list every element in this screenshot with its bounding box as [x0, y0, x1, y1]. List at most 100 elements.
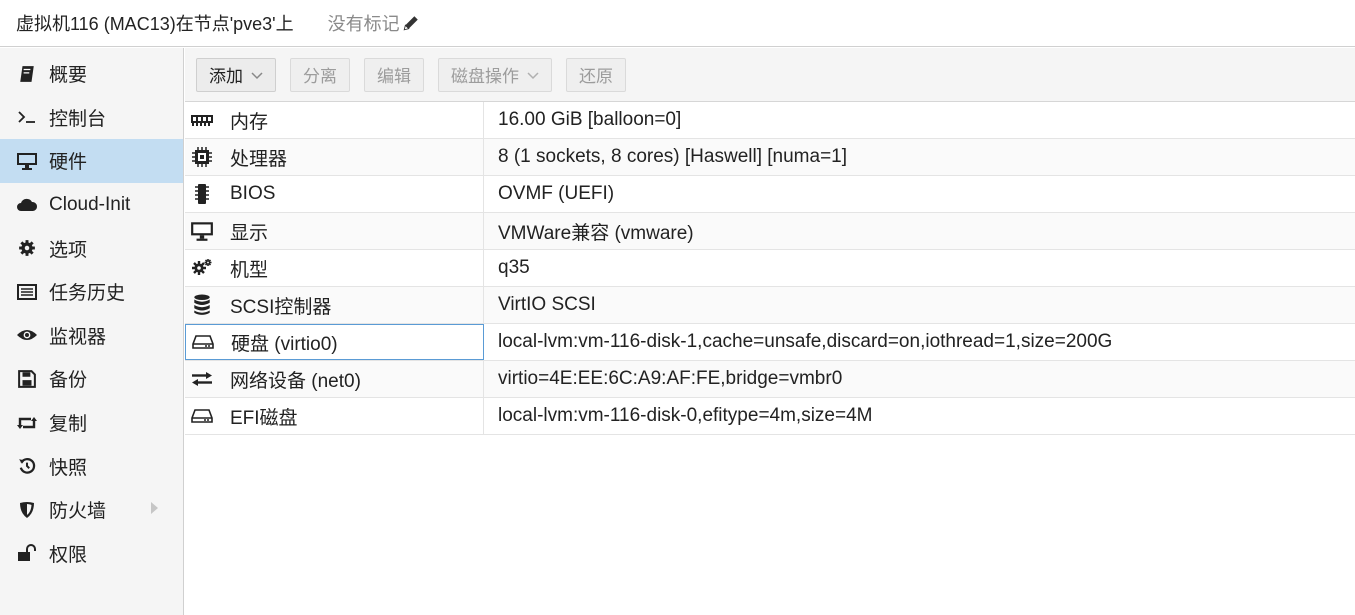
edit-button-label: 编辑: [377, 67, 411, 86]
cogs-icon: [189, 255, 215, 281]
history-icon: [16, 455, 38, 477]
sidebar-item-label: 选项: [49, 239, 88, 261]
table-row[interactable]: SCSI控制器 VirtIO SCSI: [185, 287, 1355, 324]
row-value: virtio=4E:EE:6C:A9:AF:FE,bridge=vmbr0: [498, 368, 843, 389]
chevron-right-icon[interactable]: [149, 499, 159, 521]
chevron-down-icon: [527, 65, 539, 85]
row-value: q35: [498, 257, 530, 278]
row-key-label: 内存: [230, 111, 269, 133]
row-value: OVMF (UEFI): [498, 183, 615, 204]
microchip-icon: [189, 181, 215, 207]
memory-icon: [189, 107, 215, 133]
exchange-icon: [189, 366, 215, 392]
sidebar-item-options[interactable]: 选项: [0, 226, 183, 270]
disk-action-button[interactable]: 磁盘操作: [438, 57, 552, 92]
table-row[interactable]: 硬盘 (virtio0) local-lvm:vm-116-disk-1,cac…: [185, 324, 1355, 361]
revert-button-label: 还原: [579, 67, 613, 86]
edit-button[interactable]: 编辑: [364, 57, 424, 92]
cpu-icon: [189, 144, 215, 170]
sidebar-item-cloud-init[interactable]: Cloud-Init: [0, 183, 183, 227]
book-icon: [16, 63, 38, 85]
row-key-label: SCSI控制器: [230, 296, 332, 318]
sidebar-item-monitor[interactable]: 监视器: [0, 314, 183, 358]
sidebar-item-label: 复制: [49, 414, 88, 436]
cloud-icon: [16, 194, 38, 216]
sidebar: 概要 控制台 硬件 Cloud-Init 选项 任务历史 监视器 备份 复制 快…: [0, 48, 184, 615]
sidebar-item-task-history[interactable]: 任务历史: [0, 270, 183, 314]
sidebar-item-backup[interactable]: 备份: [0, 357, 183, 401]
hardware-panel: 添加 分离 编辑 磁盘操作 还原 内存 16.00 GiB [balloon=0…: [185, 48, 1355, 615]
title-bar: 虚拟机116 (MAC13)在节点'pve3'上 没有标记: [0, 0, 1355, 47]
row-value: local-lvm:vm-116-disk-0,efitype=4m,size=…: [498, 405, 873, 426]
row-key: 网络设备 (net0): [185, 361, 484, 397]
row-key: 处理器: [185, 139, 484, 175]
sidebar-item-permissions[interactable]: 权限: [0, 532, 183, 576]
row-value: VMWare兼容 (vmware): [498, 222, 694, 244]
gear-icon: [16, 237, 38, 259]
row-key-label: 硬盘 (virtio0): [231, 333, 338, 355]
sidebar-item-console[interactable]: 控制台: [0, 96, 183, 140]
row-key: 机型: [185, 250, 484, 286]
row-key-label: 机型: [230, 259, 269, 281]
monitor-icon: [16, 150, 38, 172]
desktop-icon: [189, 218, 215, 244]
row-key-label: EFI磁盘: [230, 407, 298, 429]
page-title: 虚拟机116 (MAC13)在节点'pve3'上: [16, 14, 294, 34]
sidebar-item-label: 概要: [49, 65, 88, 87]
toolbar: 添加 分离 编辑 磁盘操作 还原: [185, 48, 1355, 102]
hdd-icon: [190, 329, 216, 355]
table-row[interactable]: 网络设备 (net0) virtio=4E:EE:6C:A9:AF:FE,bri…: [185, 361, 1355, 398]
hdd-icon: [189, 403, 215, 429]
table-row[interactable]: 处理器 8 (1 sockets, 8 cores) [Haswell] [nu…: [185, 139, 1355, 176]
floppy-icon: [16, 368, 38, 390]
sidebar-item-firewall[interactable]: 防火墙: [0, 488, 183, 532]
chevron-down-icon: [251, 65, 263, 85]
row-key-label: 显示: [230, 222, 269, 244]
tags-edit[interactable]: 没有标记: [328, 10, 420, 36]
table-row[interactable]: 内存 16.00 GiB [balloon=0]: [185, 102, 1355, 139]
row-key: SCSI控制器: [185, 287, 484, 323]
row-key: EFI磁盘: [185, 398, 484, 434]
sidebar-item-label: 监视器: [49, 326, 107, 348]
sidebar-item-label: Cloud-Init: [49, 193, 131, 215]
unlock-icon: [16, 542, 38, 564]
sidebar-item-label: 权限: [49, 544, 88, 566]
pencil-icon[interactable]: [402, 14, 420, 32]
row-key-label: BIOS: [230, 183, 276, 204]
row-value: 8 (1 sockets, 8 cores) [Haswell] [numa=1…: [498, 146, 848, 167]
sidebar-item-replication[interactable]: 复制: [0, 401, 183, 445]
sidebar-item-summary[interactable]: 概要: [0, 52, 183, 96]
shield-icon: [16, 499, 38, 521]
row-value: 16.00 GiB [balloon=0]: [498, 109, 682, 130]
sidebar-item-snapshots[interactable]: 快照: [0, 444, 183, 488]
table-row[interactable]: 显示 VMWare兼容 (vmware): [185, 213, 1355, 250]
row-key-label: 处理器: [230, 148, 288, 170]
row-key-label: 网络设备 (net0): [230, 370, 361, 392]
sidebar-item-label: 防火墙: [49, 501, 107, 523]
sidebar-item-label: 硬件: [49, 152, 88, 174]
list-icon: [16, 281, 38, 303]
row-key: 硬盘 (virtio0): [185, 324, 484, 360]
disk-action-button-label: 磁盘操作: [451, 67, 519, 86]
tags-label: 没有标记: [327, 14, 400, 34]
revert-button[interactable]: 还原: [566, 57, 626, 92]
retweet-icon: [16, 412, 38, 434]
table-row[interactable]: BIOS OVMF (UEFI): [185, 176, 1355, 213]
eye-icon: [16, 324, 38, 346]
row-value: local-lvm:vm-116-disk-1,cache=unsafe,dis…: [498, 331, 1113, 352]
table-row[interactable]: EFI磁盘 local-lvm:vm-116-disk-0,efitype=4m…: [185, 398, 1355, 435]
hardware-grid: 内存 16.00 GiB [balloon=0] 处理器 8 (1 socket…: [185, 102, 1355, 435]
sidebar-item-label: 快照: [49, 457, 88, 479]
detach-button[interactable]: 分离: [290, 57, 350, 92]
add-button[interactable]: 添加: [196, 57, 276, 92]
sidebar-item-label: 控制台: [49, 108, 107, 130]
row-value: VirtIO SCSI: [498, 294, 596, 315]
row-key: 显示: [185, 213, 484, 249]
add-button-label: 添加: [209, 67, 243, 86]
table-row[interactable]: 机型 q35: [185, 250, 1355, 287]
database-icon: [189, 292, 215, 318]
terminal-icon: [16, 106, 38, 128]
sidebar-item-label: 任务历史: [49, 283, 126, 305]
detach-button-label: 分离: [303, 67, 337, 86]
sidebar-item-hardware[interactable]: 硬件: [0, 139, 183, 183]
